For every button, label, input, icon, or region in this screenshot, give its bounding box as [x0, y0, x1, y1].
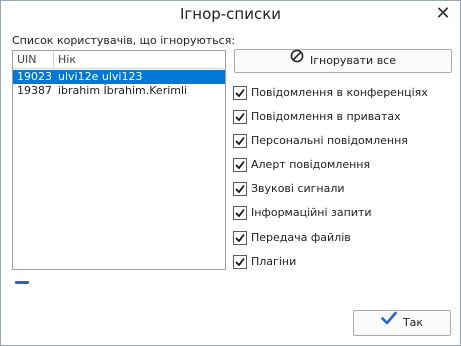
option-label: Плагіни	[251, 255, 297, 268]
close-button[interactable]: ✕	[434, 5, 452, 23]
personal-messages-checkbox[interactable]	[233, 134, 247, 148]
list-item-uin: 19023	[17, 70, 52, 83]
ok-label: Так	[402, 316, 424, 329]
plugins-checkbox[interactable]	[233, 255, 247, 269]
list-item-nick: ulvi12e ulvi123	[58, 70, 143, 83]
list-caption: Список користувачів, що ігноруються:	[12, 34, 236, 47]
scroll-indicator[interactable]	[15, 281, 29, 284]
ignore-lists-dialog: Ігнор-списки ✕ Список користувачів, що і…	[0, 0, 461, 346]
option-label: Алерт повідомлення	[251, 158, 371, 171]
option-label: Інформаційні запити	[251, 206, 372, 219]
sound-signals-checkbox[interactable]	[233, 182, 247, 196]
ignore-all-button[interactable]: Ігнорувати все	[234, 49, 452, 73]
file-transfer-checkbox[interactable]	[233, 231, 247, 245]
option-label: Повідомлення в приватах	[251, 110, 401, 123]
title-bar[interactable]: Ігнор-списки	[1, 1, 460, 29]
column-header-nick[interactable]: Нік	[58, 53, 76, 66]
list-item-nick: ibrahim İbrahim.Kerimli	[58, 84, 188, 97]
list-item[interactable]: 19023 ulvi12e ulvi123	[13, 70, 225, 84]
checkmark-icon	[381, 310, 397, 334]
list-item-uin: 19387	[17, 84, 52, 97]
list-header: UIN Нік	[13, 51, 225, 69]
ignored-users-list[interactable]: UIN Нік 19023 ulvi12e ulvi123 19387 ibra…	[12, 50, 226, 270]
alert-messages-checkbox[interactable]	[233, 158, 247, 172]
column-header-uin[interactable]: UIN	[17, 53, 53, 66]
option-label: Повідомлення в конференціях	[251, 86, 428, 99]
ignore-all-label: Ігнорувати все	[309, 54, 396, 67]
close-icon: ✕	[435, 3, 451, 24]
ok-button[interactable]: Так	[353, 310, 451, 336]
info-requests-checkbox[interactable]	[233, 206, 247, 220]
conference-messages-checkbox[interactable]	[233, 86, 247, 100]
list-item[interactable]: 19387 ibrahim İbrahim.Kerimli	[13, 84, 225, 98]
block-icon	[290, 49, 304, 71]
option-label: Персональні повідомлення	[251, 134, 408, 147]
option-label: Передача файлів	[251, 231, 351, 244]
column-separator[interactable]	[53, 51, 54, 68]
option-label: Звукові сигнали	[251, 182, 345, 195]
private-messages-checkbox[interactable]	[233, 110, 247, 124]
window-title: Ігнор-списки	[179, 5, 282, 23]
